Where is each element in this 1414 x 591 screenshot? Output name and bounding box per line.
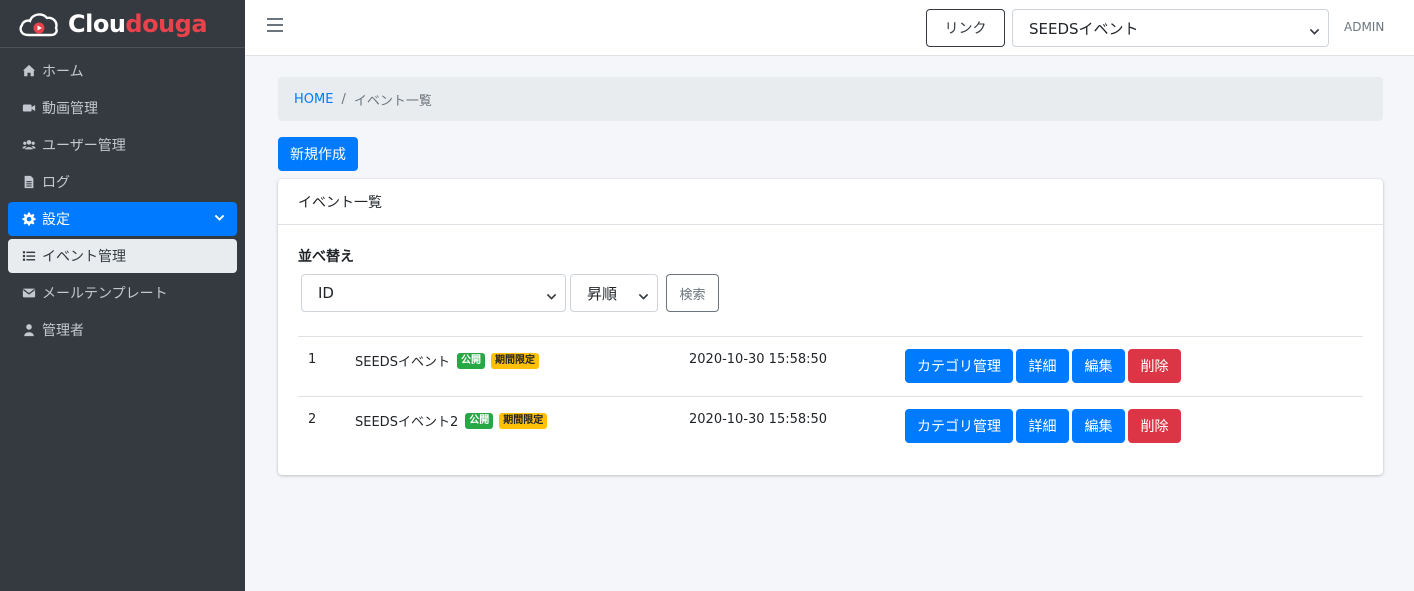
cloud-logo-icon	[19, 12, 58, 36]
event-id: 1	[308, 352, 317, 367]
sidebar-item-label: ユーザー管理	[42, 138, 126, 154]
sidebar-item-label: メールテンプレート	[42, 286, 168, 302]
breadcrumb: HOME / イベント一覧	[278, 77, 1383, 121]
breadcrumb-current: イベント一覧	[353, 93, 432, 109]
breadcrumb-separator: /	[341, 91, 346, 107]
topbar: リンク SEEDSイベント ADMIN	[245, 0, 1414, 56]
search-button[interactable]: 検索	[666, 274, 719, 312]
public-badge: 公開	[465, 412, 494, 429]
event-date: 2020-10-30 15:58:50	[689, 412, 828, 427]
sidebar-item-logs[interactable]: ログ	[8, 165, 237, 199]
event-select-value: SEEDSイベント	[1029, 19, 1139, 38]
chevron-down-icon	[1309, 23, 1320, 41]
event-name: SEEDSイベント2	[355, 415, 459, 430]
event-date: 2020-10-30 15:58:50	[689, 352, 828, 367]
sort-order-value: 昇順	[587, 284, 618, 303]
sidebar-item-label: 管理者	[42, 323, 84, 339]
table-row: 2 SEEDSイベント2 公開 期間限定 2020-10-30 15:58:50…	[298, 396, 1363, 456]
sort-field-value: ID	[318, 284, 334, 302]
sidebar-item-label: ログ	[42, 175, 70, 191]
sidebar-item-label: 動画管理	[42, 101, 98, 117]
card-title: イベント一覧	[278, 179, 1383, 225]
chevron-down-icon	[546, 288, 557, 306]
sidebar-item-videos[interactable]: 動画管理	[8, 91, 237, 125]
detail-button[interactable]: 詳細	[1016, 349, 1069, 383]
event-id: 2	[308, 412, 317, 427]
event-select[interactable]: SEEDSイベント	[1012, 9, 1329, 47]
limited-period-badge: 期間限定	[490, 352, 539, 369]
row-actions: カテゴリ管理 詳細 編集 削除	[905, 409, 1184, 443]
limited-period-badge: 期間限定	[499, 412, 548, 429]
detail-button[interactable]: 詳細	[1016, 409, 1069, 443]
sidebar-item-settings[interactable]: 設定	[8, 202, 237, 236]
create-new-button[interactable]: 新規作成	[278, 137, 358, 171]
row-actions: カテゴリ管理 詳細 編集 削除	[905, 349, 1184, 383]
list-icon	[22, 249, 36, 263]
delete-button[interactable]: 削除	[1128, 349, 1181, 383]
home-icon	[22, 64, 36, 78]
sidebar: Cloudouga ホーム 動画管理 ユーザー管理 ログ 設定 イベント管理 メ…	[0, 0, 245, 591]
sort-field-select[interactable]: ID	[301, 274, 566, 312]
edit-button[interactable]: 編集	[1072, 349, 1125, 383]
users-icon	[22, 138, 36, 152]
public-badge: 公開	[456, 352, 485, 369]
breadcrumb-home-link[interactable]: HOME	[294, 92, 333, 107]
file-icon	[22, 175, 36, 189]
sidebar-item-users[interactable]: ユーザー管理	[8, 128, 237, 162]
sidebar-item-home[interactable]: ホーム	[8, 54, 237, 88]
event-list-card: イベント一覧 並べ替え ID 昇順 検索 1 SEEDSイベント 公開 期間限定…	[278, 179, 1383, 475]
table-row: 1 SEEDSイベント 公開 期間限定 2020-10-30 15:58:50 …	[298, 336, 1363, 396]
brand[interactable]: Cloudouga	[0, 0, 245, 48]
envelope-icon	[22, 286, 36, 300]
chevron-down-icon	[638, 288, 649, 306]
sidebar-item-label: 設定	[42, 212, 70, 228]
category-management-button[interactable]: カテゴリ管理	[905, 349, 1013, 383]
chevron-down-icon	[214, 211, 225, 227]
user-menu[interactable]: ADMIN	[1344, 20, 1384, 34]
event-name: SEEDSイベント	[355, 355, 450, 370]
menu-icon[interactable]	[267, 18, 283, 34]
event-name-cell: SEEDSイベント2 公開 期間限定	[355, 411, 548, 430]
gear-icon	[22, 212, 36, 226]
sidebar-item-admins[interactable]: 管理者	[8, 313, 237, 347]
sort-order-select[interactable]: 昇順	[570, 274, 658, 312]
user-icon	[22, 323, 36, 337]
brand-name: Cloudouga	[68, 9, 208, 38]
sidebar-nav: ホーム 動画管理 ユーザー管理 ログ 設定 イベント管理 メールテンプレート 管…	[0, 48, 245, 347]
edit-button[interactable]: 編集	[1072, 409, 1125, 443]
delete-button[interactable]: 削除	[1128, 409, 1181, 443]
sidebar-item-label: ホーム	[42, 64, 84, 80]
sidebar-item-mail-templates[interactable]: メールテンプレート	[8, 276, 237, 310]
sidebar-item-label: イベント管理	[42, 249, 126, 265]
category-management-button[interactable]: カテゴリ管理	[905, 409, 1013, 443]
event-name-cell: SEEDSイベント 公開 期間限定	[355, 351, 539, 370]
link-button[interactable]: リンク	[926, 9, 1005, 47]
sort-label: 並べ替え	[298, 249, 354, 265]
sidebar-item-event-management[interactable]: イベント管理	[8, 239, 237, 273]
video-icon	[22, 101, 36, 115]
